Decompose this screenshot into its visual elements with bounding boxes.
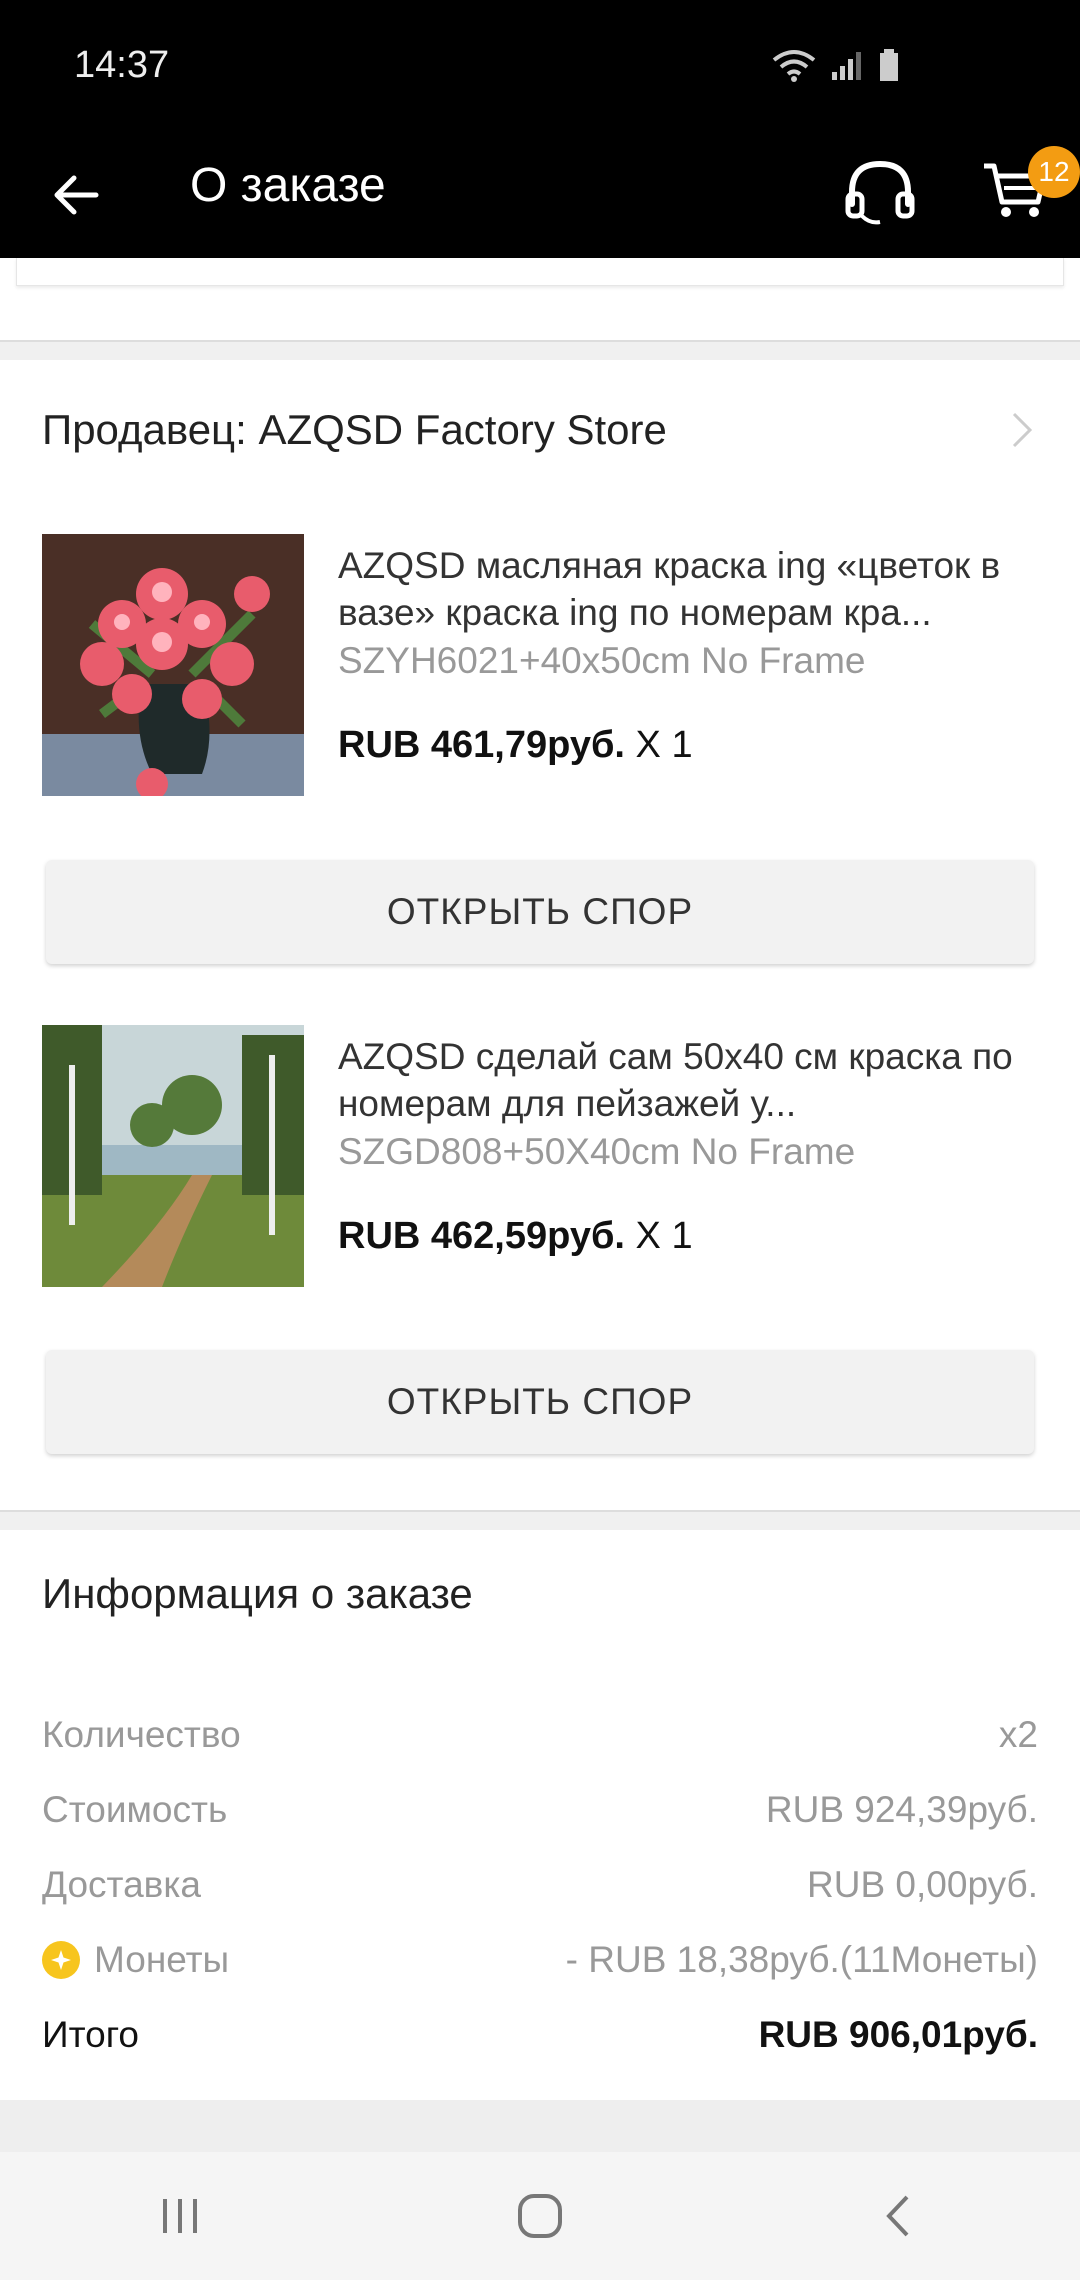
cart-button[interactable]: 12 <box>980 146 1080 234</box>
home-button[interactable] <box>480 2166 600 2266</box>
app-bar: О заказе 12 <box>0 140 1080 258</box>
coin-icon <box>42 1941 80 1979</box>
chevron-left-icon <box>886 2195 909 2237</box>
next-section-peek <box>0 2100 1080 2160</box>
signal-icon <box>832 52 861 80</box>
product-qty: X 1 <box>625 724 693 766</box>
product-item[interactable]: AZQSD масляная краска ing «цветок в вазе… <box>42 534 1042 796</box>
info-value: RUB 0,00руб. <box>807 1864 1038 1905</box>
seller-name: Продавец: AZQSD Factory Store <box>42 406 667 453</box>
page-title: О заказе <box>190 159 386 212</box>
open-dispute-button[interactable]: ОТКРЫТЬ СПОР <box>46 1350 1034 1454</box>
product-price: RUB 461,79руб. <box>338 724 625 766</box>
system-nav-bar <box>0 2152 1080 2280</box>
product-price-qty: RUB 461,79руб. X 1 <box>338 724 693 767</box>
back-button[interactable] <box>40 160 110 230</box>
info-label: Доставка <box>42 1864 201 1905</box>
status-time: 14:37 <box>74 44 170 86</box>
info-label: Монеты <box>94 1939 230 1980</box>
info-row-shipping: Доставка RUB 0,00руб. <box>42 1855 1038 1915</box>
seller-row[interactable]: Продавец: AZQSD Factory Store <box>42 400 1042 460</box>
info-label: Количество <box>42 1714 241 1755</box>
wifi-icon <box>772 50 816 82</box>
product-price-qty: RUB 462,59руб. X 1 <box>338 1215 693 1258</box>
info-row-cost: Стоимость RUB 924,39руб. <box>42 1780 1038 1840</box>
info-row-coins: Монеты - RUB 18,38руб.(11Монеты) <box>42 1930 1038 1990</box>
product-qty: X 1 <box>625 1215 693 1257</box>
chevron-right-icon <box>1012 412 1033 448</box>
status-bar: 14:37 <box>0 0 1080 140</box>
product-price: RUB 462,59руб. <box>338 1215 625 1257</box>
product-item[interactable]: AZQSD сделай сам 50x40 см краска по номе… <box>42 1025 1042 1287</box>
support-button[interactable] <box>840 152 920 232</box>
info-value: RUB 924,39руб. <box>765 1789 1038 1830</box>
section-divider <box>0 340 1080 360</box>
product-image-landscape <box>42 1025 304 1287</box>
section-divider <box>0 1510 1080 1530</box>
recent-apps-icon <box>163 2199 197 2233</box>
order-info-title: Информация о заказе <box>42 1570 473 1617</box>
info-label: Стоимость <box>42 1789 228 1830</box>
product-image-roses <box>42 534 304 796</box>
recent-apps-button[interactable] <box>120 2166 240 2266</box>
info-value: x2 <box>998 1714 1038 1755</box>
headset-icon <box>845 160 915 225</box>
info-label-coins: Монеты <box>42 1939 229 1981</box>
previous-card-edge <box>16 258 1064 286</box>
info-label: Итого <box>42 2014 139 2055</box>
cart-count-badge: 12 <box>1028 146 1080 198</box>
home-icon <box>518 2194 562 2238</box>
open-dispute-button[interactable]: ОТКРЫТЬ СПОР <box>46 860 1034 964</box>
product-title: AZQSD масляная краска ing «цветок в вазе… <box>338 545 1001 633</box>
status-icons <box>772 48 900 82</box>
product-title: AZQSD сделай сам 50x40 см краска по номе… <box>338 1036 1013 1124</box>
back-arrow-icon <box>54 175 99 215</box>
info-value: - RUB 18,38руб.(11Монеты) <box>565 1939 1038 1980</box>
product-sku: SZGD808+50X40cm No Frame <box>338 1131 856 1172</box>
info-row-quantity: Количество x2 <box>42 1705 1038 1765</box>
system-back-button[interactable] <box>840 2166 960 2266</box>
info-row-total: Итого RUB 906,01руб. <box>42 2005 1038 2065</box>
product-sku: SZYH6021+40x50cm No Frame <box>338 640 866 681</box>
info-value: RUB 906,01руб. <box>758 2014 1038 2055</box>
battery-icon <box>880 49 898 81</box>
